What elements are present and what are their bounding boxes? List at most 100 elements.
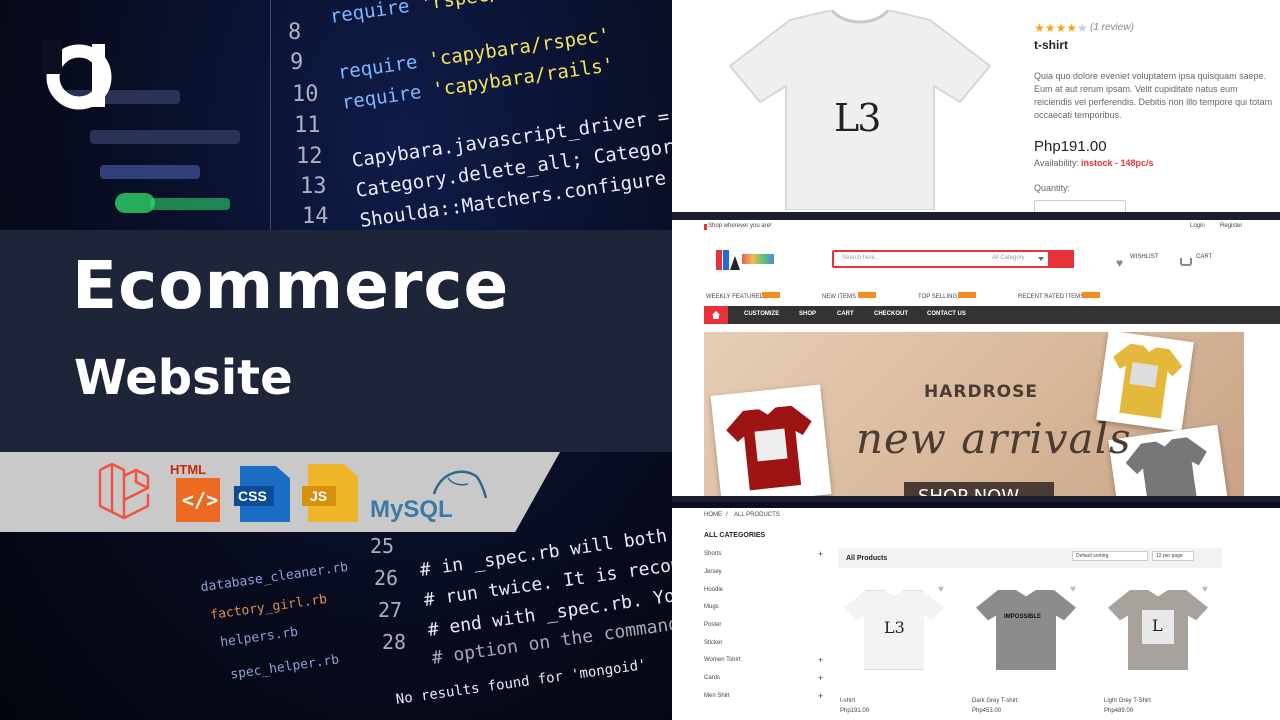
html-icon: HTML </> (168, 462, 222, 522)
category-expand-icon[interactable]: + (818, 549, 823, 559)
banner-headline: new arrivals (856, 414, 1132, 463)
store-home-screenshot: Shop wherever you are! Login Register Se… (672, 212, 1280, 502)
search-bar: Search here... All Category (832, 250, 1074, 268)
promo-tab-new-items[interactable]: NEW ITEMS (822, 294, 856, 300)
js-label: JS (310, 488, 328, 504)
category-expand-icon[interactable]: + (818, 673, 823, 683)
product-card[interactable]: L3 ♥ t-shirt Php191.00 (840, 584, 950, 714)
category-item[interactable]: Poster (704, 622, 721, 628)
editor-sidebar (100, 165, 200, 179)
line-number: 10 (292, 82, 319, 107)
hero-banner[interactable]: HARDROSE new arrivals SHOP NOW (704, 332, 1244, 502)
login-link[interactable]: Login (1190, 223, 1205, 229)
nav-item-checkout[interactable]: CHECKOUT (874, 311, 908, 317)
store-logo (716, 250, 776, 272)
product-name[interactable]: Light Grey T-Shirt (1104, 698, 1151, 704)
file-item: spec_helper.rb (229, 652, 341, 683)
categories-title: ALL CATEGORIES (704, 532, 766, 539)
wishlist-heart-icon[interactable]: ♥ (1070, 584, 1076, 595)
mysql-icon: MySQL (370, 464, 490, 524)
top-bar-pin-icon (704, 224, 707, 230)
per-page-select[interactable]: 12 per page (1152, 551, 1194, 561)
promo-tab-recent-rated[interactable]: RECENT RATED ITEMS (1018, 294, 1084, 300)
nav-item-customize[interactable]: CUSTOMIZE (744, 311, 779, 317)
search-input[interactable]: Search here... (842, 255, 880, 261)
category-expand-icon[interactable]: + (818, 655, 823, 665)
register-link[interactable]: Register (1220, 223, 1242, 229)
promo-badge (958, 292, 976, 298)
product-card[interactable]: L ♥ Light Grey T-Shirt Php489.00 (1104, 584, 1214, 714)
availability-label: Availability: (1034, 158, 1079, 168)
wishlist-heart-icon[interactable]: ♥ (938, 584, 944, 595)
html-glyph: </> (182, 488, 219, 512)
nav-item-cart[interactable]: CART (837, 311, 854, 317)
banner-cta-label: SHOP NOW (918, 486, 1020, 502)
category-item[interactable]: Hoodie (704, 587, 723, 593)
breadcrumb-current: ALL PRODUCTS (734, 512, 780, 518)
wishlist-link[interactable]: WISHLIST (1130, 254, 1158, 260)
banner-cta-button[interactable]: SHOP NOW (904, 482, 1054, 502)
product-print: IMPOSSIBLE (1004, 614, 1042, 620)
quantity-stepper[interactable] (1034, 200, 1126, 212)
page-title: Ecommerce (72, 247, 510, 324)
product-print: L (1152, 616, 1163, 635)
category-select[interactable]: All Category (992, 255, 1025, 261)
category-expand-icon[interactable]: + (818, 691, 823, 701)
product-detail-screenshot: L3 ★★★★★ (1 review) t-shirt Quia quo dol… (672, 0, 1280, 212)
category-item[interactable]: Mugs (704, 604, 719, 610)
rating-stars: ★★★★★ (1034, 21, 1088, 35)
heart-icon[interactable]: ♥ (1116, 256, 1123, 270)
search-button[interactable] (1048, 250, 1074, 268)
quantity-label: Quantity: (1034, 183, 1071, 193)
promo-tab-top-selling[interactable]: TOP SELLING (918, 294, 957, 300)
promo-badge (858, 292, 876, 298)
nav-item-contact[interactable]: CONTACT US (927, 311, 966, 317)
line-number: 8 (288, 20, 302, 45)
product-price: Php489.00 (1104, 708, 1134, 714)
js-icon: JS (302, 464, 358, 522)
gutter-divider (270, 0, 271, 230)
cart-icon[interactable] (1180, 258, 1192, 266)
category-item[interactable]: Men Shirt (704, 693, 730, 699)
code-string: 'rspec/rails' (419, 0, 569, 15)
category-item[interactable]: Cards (704, 675, 720, 681)
cart-link[interactable]: CART (1196, 254, 1212, 260)
line-number: 9 (290, 50, 304, 75)
product-image (976, 590, 1076, 670)
review-count[interactable]: (1 review) (1090, 22, 1134, 33)
file-item: helpers.rb (219, 624, 299, 651)
shirt-print: L3 (834, 96, 881, 140)
mysql-label: MySQL (370, 496, 453, 523)
brand-logo-icon (42, 40, 112, 110)
product-card[interactable]: IMPOSSIBLE ♥ Dark Grey T-shirt Php453.00 (972, 584, 1082, 714)
editor-sidebar (90, 130, 240, 144)
line-number: 25 (370, 534, 395, 558)
breadcrumb-home[interactable]: HOME (704, 512, 722, 518)
wishlist-heart-icon[interactable]: ♥ (1202, 584, 1208, 595)
editor-sidebar (115, 193, 155, 213)
promo-tab-weekly-featured[interactable]: WEEKLY FEATURED (706, 294, 764, 300)
banner-red-shirt-card (710, 384, 832, 496)
html-label: HTML (170, 462, 207, 477)
page-subtitle: Website (74, 350, 293, 406)
top-bar-text: Shop wherever you are! (708, 223, 772, 229)
product-price: Php191.00 (1034, 138, 1107, 155)
nav-item-shop[interactable]: SHOP (799, 311, 816, 317)
product-name[interactable]: Dark Grey T-shirt (972, 698, 1018, 704)
category-item[interactable]: Jersey (704, 569, 722, 575)
product-name: t-shirt (1034, 38, 1068, 52)
category-item[interactable]: Shorts (704, 551, 721, 557)
products-header: All Products (846, 555, 888, 562)
css-label: CSS (238, 488, 267, 504)
laravel-icon (98, 462, 150, 520)
product-print: L3 (884, 618, 905, 637)
product-name[interactable]: t-shirt (840, 698, 855, 704)
line-number: 26 (374, 566, 399, 590)
availability-value: instock - 148pc/s (1081, 158, 1154, 168)
select-chevron-icon (1038, 257, 1044, 261)
category-item[interactable]: Women Tshirt (704, 657, 740, 663)
file-item: database_cleaner.rb (199, 559, 350, 596)
category-item[interactable]: Sticker (704, 640, 722, 646)
sort-select[interactable]: Default sorting (1072, 551, 1148, 561)
code-keyword: require (340, 80, 423, 114)
